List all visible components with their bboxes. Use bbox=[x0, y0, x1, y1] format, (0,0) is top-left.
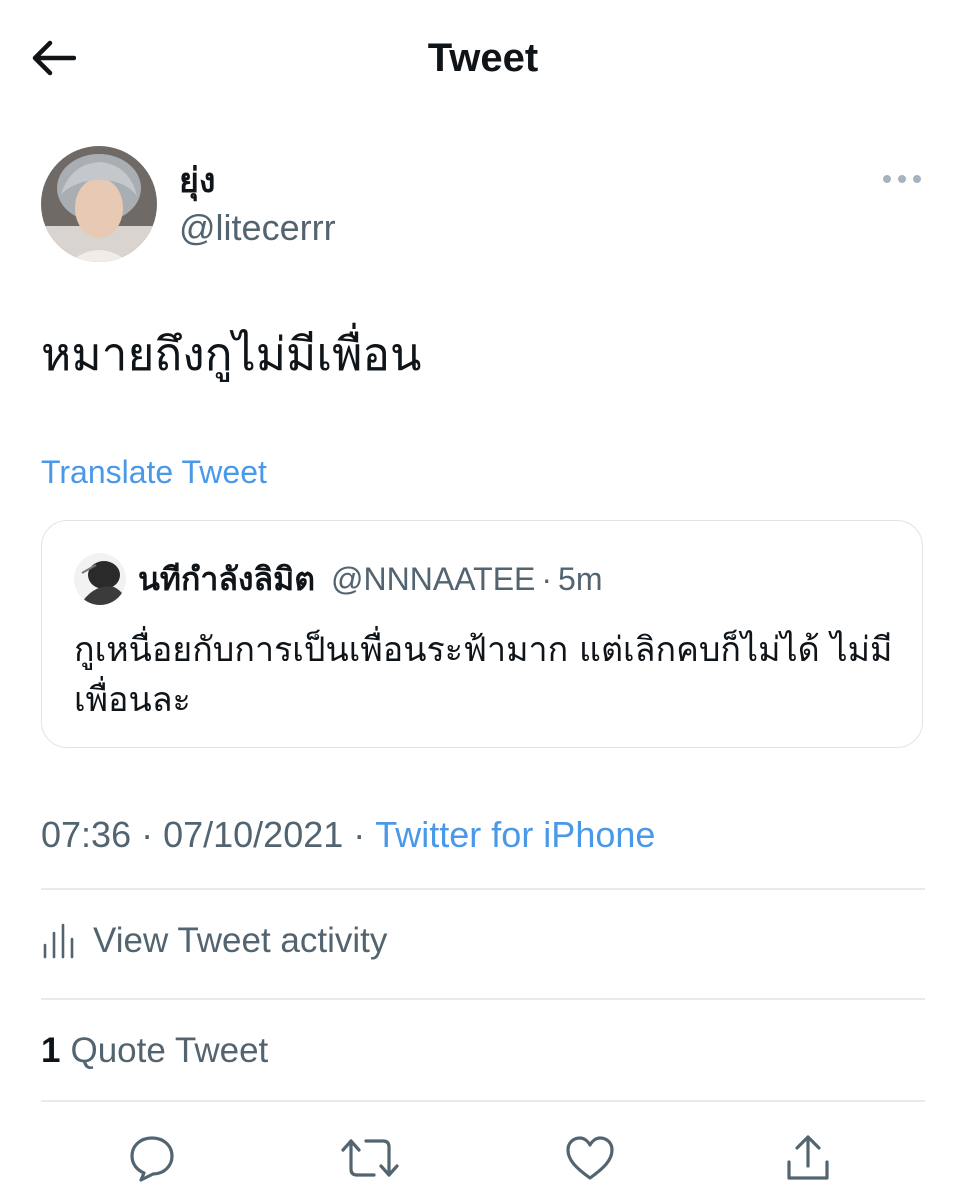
divider bbox=[41, 1100, 925, 1102]
share-button[interactable] bbox=[778, 1128, 838, 1188]
activity-chart-icon bbox=[43, 923, 74, 959]
reply-icon bbox=[130, 1136, 174, 1182]
quoted-tweet-text: กูเหนื่อยกับการเป็นเพื่อนระฟ้ามาก แต่เลิ… bbox=[74, 630, 893, 720]
retweet-icon bbox=[341, 1139, 399, 1177]
more-options-button[interactable] bbox=[878, 164, 926, 194]
quoted-author-handle: @NNNAATEE bbox=[331, 560, 536, 597]
quoted-separator: · bbox=[541, 560, 553, 597]
more-dots-icon bbox=[883, 175, 921, 183]
tweet-text: หมายถึงกูไม่มีเพื่อน bbox=[41, 327, 422, 381]
quoted-header: นทีกำลังลิมิต @NNNAATEE · 5m bbox=[138, 557, 603, 601]
view-tweet-activity-label: View Tweet activity bbox=[93, 921, 388, 960]
divider bbox=[41, 888, 925, 890]
tweet-date: 07/10/2021 bbox=[163, 814, 344, 855]
share-icon bbox=[787, 1135, 829, 1180]
retweet-button[interactable] bbox=[340, 1128, 400, 1188]
author-name[interactable]: ยุ่ง bbox=[179, 160, 216, 202]
quote-tweets-link[interactable]: 1 Quote Tweet bbox=[41, 1028, 268, 1074]
quoted-avatar-photo bbox=[74, 553, 126, 605]
page-title: Tweet bbox=[427, 36, 539, 80]
view-tweet-activity-button[interactable]: View Tweet activity bbox=[41, 918, 387, 964]
avatar-photo bbox=[41, 146, 157, 262]
meta-separator: · bbox=[353, 814, 366, 855]
quote-count: 1 bbox=[41, 1031, 61, 1070]
tweet-source-link[interactable]: Twitter for iPhone bbox=[375, 814, 655, 855]
divider bbox=[41, 998, 925, 1000]
author-handle[interactable]: @litecerrr bbox=[179, 206, 336, 250]
tweet-time: 07:36 bbox=[41, 814, 132, 855]
tweet-meta: 07:36 · 07/10/2021 · Twitter for iPhone bbox=[41, 812, 655, 858]
quote-tweet-label: Quote Tweet bbox=[70, 1031, 269, 1070]
quoted-author-avatar bbox=[74, 553, 126, 605]
translate-tweet-link[interactable]: Translate Tweet bbox=[41, 452, 267, 492]
meta-separator: · bbox=[141, 814, 154, 855]
quoted-time: 5m bbox=[558, 560, 603, 597]
like-icon bbox=[566, 1136, 614, 1180]
author-avatar[interactable] bbox=[41, 146, 157, 262]
quoted-author-name: นทีกำลังลิมิต bbox=[138, 559, 316, 598]
like-button[interactable] bbox=[560, 1128, 620, 1188]
reply-button[interactable] bbox=[122, 1128, 182, 1188]
quoted-tweet-card[interactable]: นทีกำลังลิมิต @NNNAATEE · 5m กูเหนื่อยกั… bbox=[41, 520, 923, 748]
